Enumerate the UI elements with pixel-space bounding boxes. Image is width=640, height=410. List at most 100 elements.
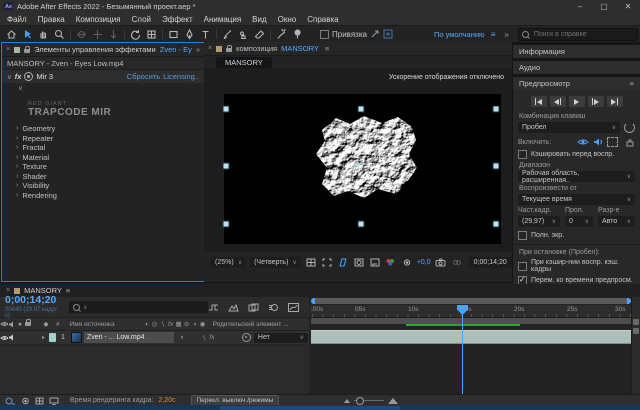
dolly-camera-tool-icon[interactable] (106, 28, 121, 41)
guides-icon[interactable] (369, 257, 381, 268)
info-panel-header[interactable]: Информация (513, 45, 640, 58)
close-button[interactable]: ✕ (616, 0, 640, 13)
skip-select[interactable]: 0 (565, 216, 593, 227)
type-tool-icon[interactable] (198, 28, 213, 41)
selection-handle[interactable] (358, 106, 365, 113)
menu-edit[interactable]: Правка (38, 15, 65, 24)
help-search-input[interactable] (532, 30, 634, 39)
panel-menu-icon[interactable]: ≡ (325, 44, 329, 53)
audio-panel-header[interactable]: Аудио (513, 61, 640, 74)
shortcut-select[interactable]: Пробел (518, 122, 620, 133)
minimize-button[interactable]: – (568, 0, 592, 13)
menu-layer[interactable]: Слой (132, 15, 151, 24)
selection-handle[interactable] (493, 163, 500, 170)
selection-handle[interactable] (358, 221, 365, 228)
region-of-interest-icon[interactable] (321, 257, 333, 268)
menu-animation[interactable]: Анимация (204, 15, 242, 24)
menu-window[interactable]: Окно (278, 15, 297, 24)
timeline-search[interactable]: ∨ (69, 301, 208, 313)
rectangle-tool-icon[interactable] (166, 28, 181, 41)
reset-icon[interactable] (624, 122, 635, 133)
zoom-in-icon[interactable] (388, 398, 398, 404)
pan-behind-tool-icon[interactable] (144, 28, 159, 41)
source-name-column[interactable]: Имя источника (70, 321, 115, 328)
mini-flowchart-icon[interactable] (208, 303, 219, 312)
tab-composition-label[interactable]: композиция (236, 44, 277, 53)
group-repeater[interactable]: ›Repeater (2, 134, 204, 144)
snap-features-icon[interactable] (383, 29, 393, 39)
fullscreen-checkbox[interactable] (518, 231, 527, 240)
comp-timecode[interactable]: 0;00;14;20 (469, 257, 512, 268)
rotate-tool-icon[interactable] (128, 28, 143, 41)
layer-label-swatch[interactable] (49, 333, 56, 342)
include-overlays-icon[interactable] (607, 137, 618, 147)
effect-reset-link[interactable]: Сбросить (127, 72, 160, 81)
selection-handle[interactable] (223, 163, 230, 170)
effect-header-row[interactable]: ∨ fx Mir 3 Сбросить Licensing.. (2, 70, 204, 83)
tab-composition-name[interactable]: MANSORY (281, 44, 319, 53)
menu-effect[interactable]: Эффект (162, 15, 193, 24)
cache-before-checkbox[interactable] (518, 150, 527, 159)
workspace-menu-icon[interactable]: ≡ (491, 30, 496, 39)
snapshot-camera-icon[interactable] (435, 257, 447, 268)
layer-video-icon[interactable] (0, 335, 8, 341)
effect-licensing-link[interactable]: Licensing.. (163, 72, 199, 81)
menu-composition[interactable]: Композиция (76, 15, 121, 24)
first-frame-button[interactable] (531, 96, 547, 107)
hand-tool-icon[interactable] (36, 28, 51, 41)
selection-tool-icon[interactable] (20, 28, 35, 41)
puppet-pin-tool-icon[interactable] (290, 28, 305, 41)
layer-shy-icon[interactable]: ◖ (178, 334, 186, 341)
fps-select[interactable]: (29,97) (518, 216, 560, 227)
snap-checkbox[interactable] (320, 30, 329, 39)
layer-expander-icon[interactable]: ▸ (42, 334, 45, 341)
panel-menu-icon[interactable]: ≡ (66, 286, 70, 295)
magnification-select[interactable]: (25%)∨ (211, 257, 246, 268)
motion-blur-icon[interactable] (268, 303, 279, 312)
play-cached-checkbox[interactable] (518, 262, 527, 271)
effect-expander-icon[interactable]: ∨ (7, 73, 12, 81)
clone-stamp-tool-icon[interactable] (236, 28, 251, 41)
zoom-tool-icon[interactable] (52, 28, 67, 41)
options-expander-icon[interactable]: ∨ (18, 84, 23, 92)
selection-handle[interactable] (223, 221, 230, 228)
timeline-zoom-slider[interactable] (344, 398, 398, 404)
time-ruler[interactable]: :00s 05s 10s 15s 20s 25s 30s (310, 305, 632, 318)
play-button[interactable] (569, 96, 585, 107)
render-speed-snail-icon[interactable] (5, 397, 16, 405)
pan-camera-tool-icon[interactable] (90, 28, 105, 41)
transparency-grid-icon[interactable] (337, 257, 349, 268)
layer-audio-icon[interactable] (8, 334, 16, 341)
eraser-tool-icon[interactable] (252, 28, 267, 41)
monitor-icon[interactable] (49, 397, 59, 405)
mask-visibility-icon[interactable] (353, 257, 365, 268)
include-export-icon[interactable] (625, 138, 635, 147)
pen-tool-icon[interactable] (182, 28, 197, 41)
composition-frame[interactable] (224, 94, 501, 244)
channel-select-icon[interactable] (385, 257, 397, 268)
exposure-gear-icon[interactable] (401, 257, 413, 268)
layer-anchor-icon[interactable] (354, 161, 363, 170)
menu-view[interactable]: Вид (252, 15, 266, 24)
current-timecode[interactable]: 0;00;14;20 (5, 295, 61, 306)
group-texture[interactable]: ›Texture (2, 162, 204, 172)
frame-blending-icon[interactable] (248, 303, 259, 312)
zoom-slider-knob[interactable] (356, 397, 364, 405)
draft-3d-icon[interactable] (228, 303, 239, 312)
include-video-icon[interactable] (577, 138, 589, 146)
group-rendering[interactable]: ›Rendering (2, 191, 204, 201)
grid-options-icon[interactable] (305, 257, 317, 268)
selection-handle[interactable] (493, 106, 500, 113)
layer-fx-icon[interactable]: fx (208, 334, 216, 341)
play-from-select[interactable]: Текущее время (518, 194, 635, 205)
orbit-camera-tool-icon[interactable] (74, 28, 89, 41)
selection-handle[interactable] (493, 221, 500, 228)
layer-quality-icon[interactable]: ∖ (200, 334, 208, 342)
workspace-selector[interactable]: По умолчанию (434, 30, 485, 39)
composition-viewport[interactable]: Ускорение отображения отключено (204, 68, 512, 252)
res-select[interactable]: Авто (598, 216, 635, 227)
layer-row[interactable]: ▸ 1 Zven - ... Low.mp4 ◖ ∖ fx Нет (0, 331, 309, 345)
tab-close-icon[interactable]: × (6, 46, 10, 53)
parent-pickwhip-icon[interactable] (242, 333, 251, 342)
tab-close-icon[interactable]: × (208, 45, 212, 52)
